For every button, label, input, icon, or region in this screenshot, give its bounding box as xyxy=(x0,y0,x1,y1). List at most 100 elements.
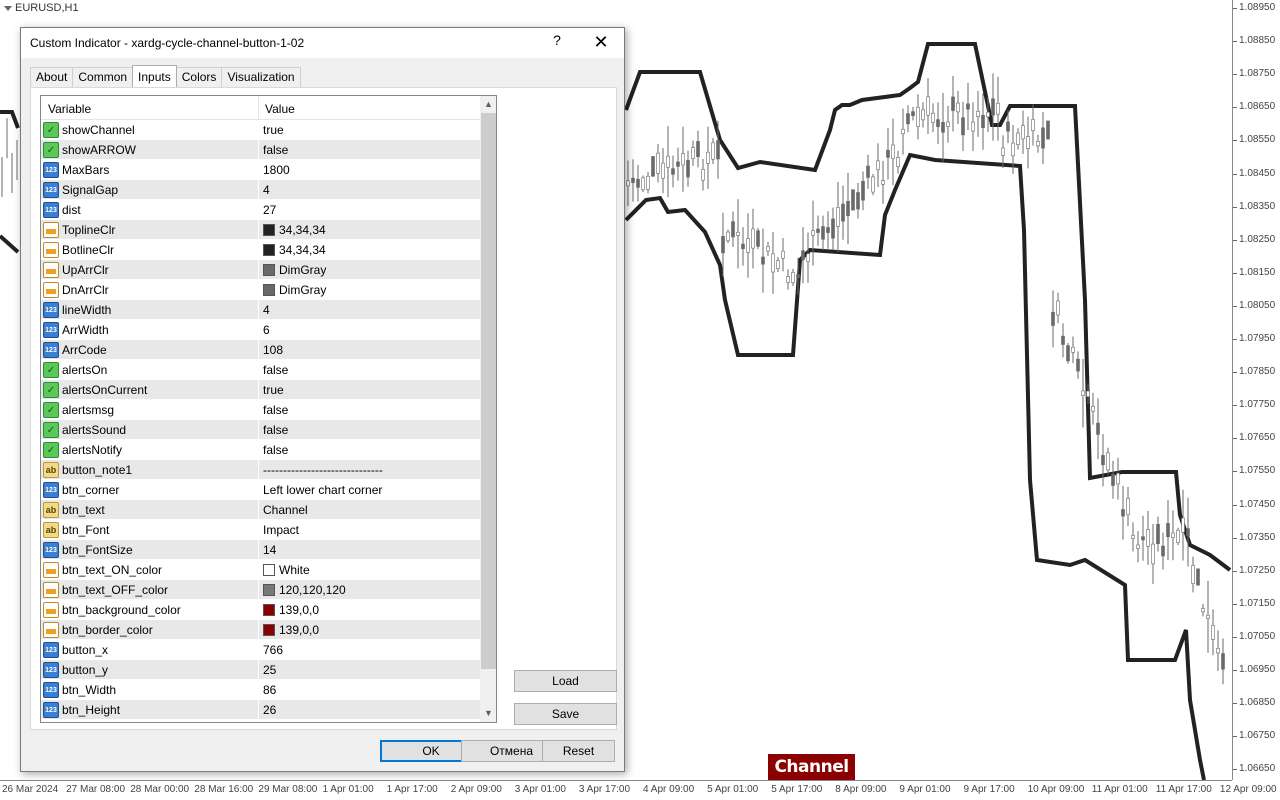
candle-body xyxy=(786,276,790,283)
save-button[interactable]: Save xyxy=(514,703,617,725)
param-value[interactable]: DimGray xyxy=(263,263,326,277)
param-value[interactable]: 1800 xyxy=(263,163,290,177)
param-value[interactable]: 86 xyxy=(263,683,276,697)
table-row[interactable]: btn_text_OFF_color 120,120,120 xyxy=(41,580,480,600)
table-row[interactable]: ab btn_Font Impact xyxy=(41,520,480,540)
table-row[interactable]: 123 btn_Height 26 xyxy=(41,700,480,720)
table-row[interactable]: BotlineClr 34,34,34 xyxy=(41,240,480,260)
param-name: btn_Font xyxy=(62,523,110,537)
table-row[interactable]: DnArrClr DimGray xyxy=(41,280,480,300)
table-row[interactable]: 123 dist 27 xyxy=(41,200,480,220)
param-value[interactable]: 14 xyxy=(263,543,276,557)
param-value[interactable]: false xyxy=(263,443,288,457)
price-tick-mark xyxy=(1233,206,1237,208)
param-value[interactable]: true xyxy=(263,123,284,137)
table-row[interactable]: 123 MaxBars 1800 xyxy=(41,160,480,180)
candle-body xyxy=(896,157,900,168)
param-value-text: true xyxy=(263,123,284,137)
help-icon[interactable]: ? xyxy=(549,32,565,52)
load-button[interactable]: Load xyxy=(514,670,617,692)
param-value[interactable]: 766 xyxy=(263,643,283,657)
table-row[interactable]: 123 btn_corner Left lower chart corner xyxy=(41,480,480,500)
param-value[interactable]: 139,0,0 xyxy=(263,603,319,617)
candle-body xyxy=(756,230,760,247)
cell-divider xyxy=(258,520,259,540)
table-row[interactable]: btn_border_color 139,0,0 xyxy=(41,620,480,640)
column-header-variable[interactable]: Variable xyxy=(48,102,91,116)
table-row[interactable]: 123 button_x 766 xyxy=(41,640,480,660)
scroll-down-icon[interactable]: ▼ xyxy=(480,705,496,722)
param-name: dist xyxy=(62,203,81,217)
table-row[interactable]: UpArrClr DimGray xyxy=(41,260,480,280)
param-value[interactable]: false xyxy=(263,423,288,437)
table-row[interactable]: btn_background_color 139,0,0 xyxy=(41,600,480,620)
table-row[interactable]: alertsOn false xyxy=(41,360,480,380)
param-value[interactable]: 27 xyxy=(263,203,276,217)
candle-body xyxy=(1091,406,1095,412)
table-row[interactable]: 123 SignalGap 4 xyxy=(41,180,480,200)
tab-common[interactable]: Common xyxy=(72,67,134,87)
tab-visualization[interactable]: Visualization xyxy=(221,67,301,87)
param-value[interactable]: 26 xyxy=(263,703,276,717)
table-row[interactable]: alertsSound false xyxy=(41,420,480,440)
table-row[interactable]: btn_text_ON_color White xyxy=(41,560,480,580)
candle-body xyxy=(1181,517,1185,533)
table-row[interactable]: ToplineClr 34,34,34 xyxy=(41,220,480,240)
param-value[interactable]: Left lower chart corner xyxy=(263,483,382,497)
param-value[interactable]: 108 xyxy=(263,343,283,357)
param-value[interactable]: 6 xyxy=(263,323,270,337)
scroll-thumb[interactable] xyxy=(481,113,496,669)
param-value[interactable]: Channel xyxy=(263,503,308,517)
column-header-value[interactable]: Value xyxy=(265,102,295,116)
table-row[interactable]: 123 btn_FontSize 14 xyxy=(41,540,480,560)
column-divider[interactable] xyxy=(258,96,259,120)
table-row[interactable]: showChannel true xyxy=(41,120,480,140)
param-name: UpArrClr xyxy=(62,263,109,277)
table-row[interactable]: 123 ArrWidth 6 xyxy=(41,320,480,340)
param-value[interactable]: Impact xyxy=(263,523,299,537)
dialog-titlebar[interactable]: Custom Indicator - xardg-cycle-channel-b… xyxy=(21,28,624,58)
candle-body xyxy=(661,162,665,179)
param-value[interactable]: 139,0,0 xyxy=(263,623,319,637)
param-value[interactable]: false xyxy=(263,403,288,417)
table-row[interactable]: 123 button_y 25 xyxy=(41,660,480,680)
param-value[interactable]: 120,120,120 xyxy=(263,583,346,597)
param-value[interactable]: 4 xyxy=(263,303,270,317)
channel-toggle-button[interactable]: Channel xyxy=(768,754,855,780)
table-row[interactable]: 123 ArrCode 108 xyxy=(41,340,480,360)
price-tick-label: 1.08950 xyxy=(1239,2,1276,13)
tab-about[interactable]: About xyxy=(30,67,74,87)
param-value[interactable]: 4 xyxy=(263,183,270,197)
table-row[interactable]: alertsmsg false xyxy=(41,400,480,420)
param-value[interactable]: ------------------------------ xyxy=(263,463,383,477)
param-value[interactable]: 25 xyxy=(263,663,276,677)
dropdown-triangle-icon[interactable] xyxy=(4,5,12,11)
grid-scrollbar[interactable]: ▲ ▼ xyxy=(480,96,496,722)
table-row[interactable]: showARROW false xyxy=(41,140,480,160)
param-value[interactable]: DimGray xyxy=(263,283,326,297)
candle-body xyxy=(941,122,945,133)
table-row[interactable]: ab button_note1 --------------------------… xyxy=(41,460,480,480)
table-row[interactable]: ab btn_text Channel xyxy=(41,500,480,520)
table-row[interactable]: 123 lineWidth 4 xyxy=(41,300,480,320)
param-value[interactable]: false xyxy=(263,363,288,377)
param-value[interactable]: true xyxy=(263,383,284,397)
tab-colors[interactable]: Colors xyxy=(175,67,223,87)
reset-button[interactable]: Reset xyxy=(542,740,615,762)
price-axis[interactable]: 1.08950 1.08850 1.08750 1.08650 1.08550 1.084… xyxy=(1232,0,1280,780)
cell-divider xyxy=(258,560,259,580)
candle-body xyxy=(816,228,820,233)
scroll-up-icon[interactable]: ▲ xyxy=(480,96,496,113)
table-row[interactable]: alertsNotify false xyxy=(41,440,480,460)
table-row[interactable]: alertsOnCurrent true xyxy=(41,380,480,400)
close-icon[interactable]: ✕ xyxy=(590,31,612,53)
param-value[interactable]: 34,34,34 xyxy=(263,243,326,257)
cell-divider xyxy=(258,600,259,620)
table-row[interactable]: 123 btn_Width 86 xyxy=(41,680,480,700)
param-value[interactable]: false xyxy=(263,143,288,157)
tab-inputs[interactable]: Inputs xyxy=(132,65,177,87)
price-tick-label: 1.08050 xyxy=(1239,299,1276,311)
param-value[interactable]: 34,34,34 xyxy=(263,223,326,237)
param-value[interactable]: White xyxy=(263,563,310,577)
time-axis[interactable]: 26 Mar 2024 27 Mar 08:00 28 Mar 00:00 28 Ma… xyxy=(0,780,1277,800)
